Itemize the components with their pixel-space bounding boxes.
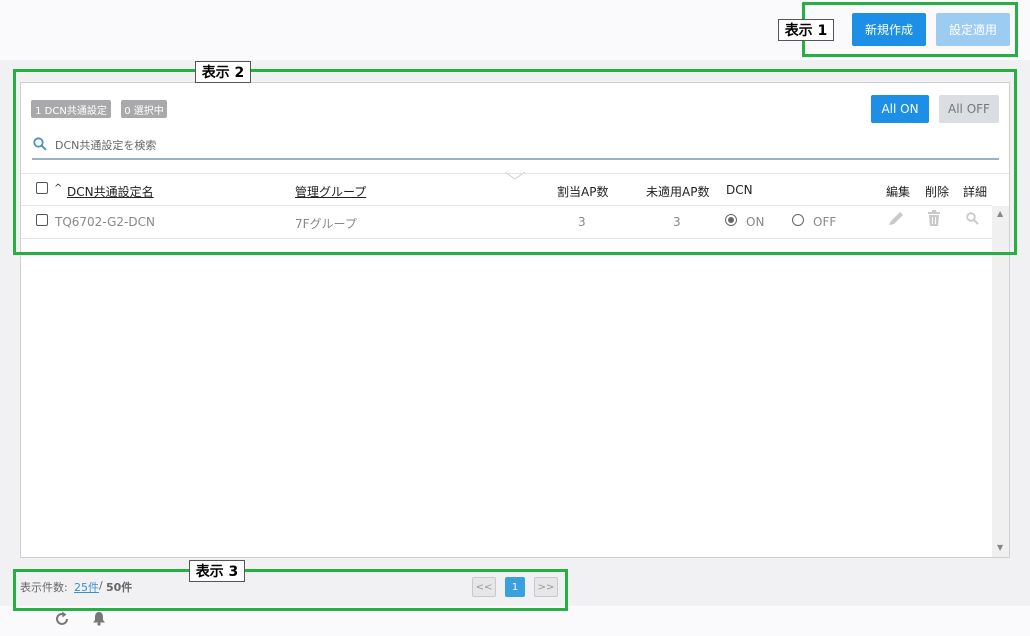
annotation-label-3: 表示 3 bbox=[189, 560, 245, 582]
annotation-label-2: 表示 2 bbox=[195, 61, 251, 83]
bell-icon[interactable] bbox=[92, 611, 106, 626]
annotation-box-3 bbox=[13, 569, 568, 611]
annotation-label-1: 表示 1 bbox=[778, 19, 834, 41]
annotation-box-2 bbox=[13, 69, 1017, 255]
scroll-down-arrow-icon[interactable]: ▼ bbox=[997, 543, 1003, 552]
refresh-icon[interactable] bbox=[54, 611, 70, 627]
table-scrollbar[interactable]: ▲ ▼ bbox=[992, 206, 1009, 557]
annotation-box-1 bbox=[802, 2, 1018, 57]
